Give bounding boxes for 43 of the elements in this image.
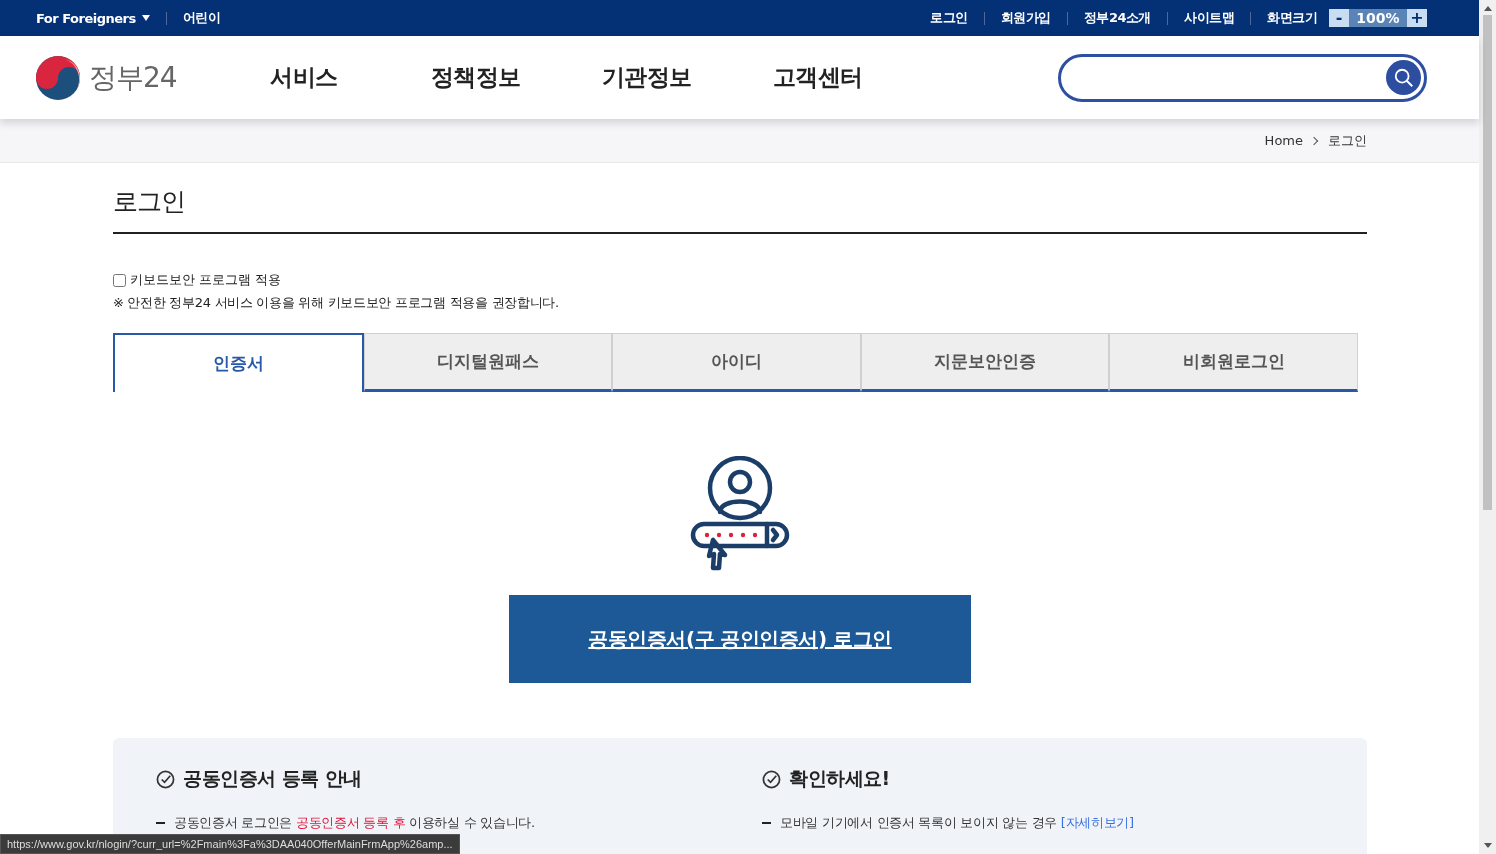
check-circle-icon xyxy=(762,769,781,789)
search-field[interactable] xyxy=(1058,53,1427,102)
top-link[interactable]: 어린이 xyxy=(182,9,221,27)
zoom-label: 화면크기 xyxy=(1267,9,1317,27)
login-tab[interactable]: 인증서 xyxy=(113,333,364,392)
search-button[interactable] xyxy=(1386,60,1421,95)
top-link[interactable]: 정부24소개 xyxy=(1083,9,1151,27)
zoom-value: 100% xyxy=(1349,9,1407,27)
login-tab[interactable]: 지문보안인증 xyxy=(860,333,1110,392)
nav-menu-item[interactable]: 서비스 xyxy=(270,62,390,93)
nav-menu-item[interactable]: 정책정보 xyxy=(390,62,561,93)
caret-icon xyxy=(141,15,150,21)
logo[interactable]: 정부24 xyxy=(35,54,263,101)
nav-menu-item[interactable]: 기관정보 xyxy=(561,62,732,93)
top-link[interactable]: 로그인 xyxy=(930,9,968,27)
keyboard-security-checkbox[interactable] xyxy=(113,273,126,287)
details-link[interactable]: [자세히보기] xyxy=(1060,815,1134,830)
scrollbar[interactable] xyxy=(1479,0,1496,854)
section-heading: 공동인증서 등록 안내 xyxy=(183,766,362,791)
login-tab[interactable]: 디지털원패스 xyxy=(363,333,613,392)
zoom-out-button[interactable]: - xyxy=(1329,9,1349,27)
login-tab[interactable]: 비회원로그인 xyxy=(1109,333,1358,392)
nav-menu-item[interactable]: 고객센터 xyxy=(732,62,903,93)
status-url: https://www.gov.kr/nlogin/?curr_url=%2Fmain%3Fa%3DAA040OfferMainFrmApp%26amp... xyxy=(0,834,460,854)
notice-text: ※ 안전한 정부24 서비스 이용을 위해 키보드보안 프로그램 적용을 권장합니다. xyxy=(113,294,560,312)
scroll-thumb[interactable] xyxy=(1483,15,1492,510)
certificate-login-button[interactable]: 공동인증서(구 공인인증서) 로그인 xyxy=(509,595,971,683)
logo-icon xyxy=(35,54,81,101)
language-menu[interactable]: For Foreigners xyxy=(36,10,150,26)
breadcrumb-item: 로그인 xyxy=(1328,131,1367,150)
zoom-in-button[interactable]: + xyxy=(1407,9,1427,27)
top-link[interactable]: 회원가입 xyxy=(1000,9,1051,27)
login-tab[interactable]: 아이디 xyxy=(612,333,861,392)
top-link[interactable]: 사이트맵 xyxy=(1184,9,1234,27)
check-circle-icon xyxy=(156,769,175,789)
section-heading: 확인하세요! xyxy=(789,766,890,791)
breadcrumb-item[interactable]: Home xyxy=(1264,133,1303,148)
page-title: 로그인 xyxy=(113,163,1367,234)
checkbox-label: 키보드보안 프로그램 적용 xyxy=(130,271,282,289)
info-text: 공동인증서 로그인은 공동인증서 등록 후 이용하실 수 있습니다. xyxy=(174,814,535,832)
info-text: 모바일 기기에서 인증서 목록이 보이지 않는 경우 [자세히보기] xyxy=(780,814,1134,832)
search-icon xyxy=(1392,66,1415,89)
scroll-down-icon[interactable] xyxy=(1483,843,1492,848)
